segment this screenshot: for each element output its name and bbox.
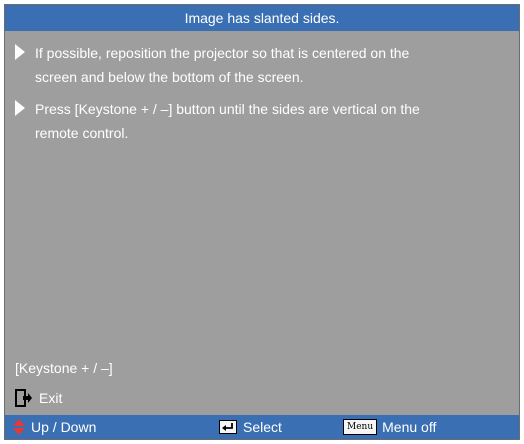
triangle-right-icon — [15, 44, 25, 60]
dialog-title: Image has slanted sides. — [5, 5, 519, 31]
help-item-2-line-2: remote control. — [35, 125, 129, 141]
exit-door-icon — [15, 389, 32, 407]
enter-key-icon — [219, 420, 237, 434]
select-label: Select — [243, 419, 282, 435]
updown-label: Up / Down — [31, 419, 97, 435]
exit-label: Exit — [39, 390, 63, 406]
osd-dialog: Image has slanted sides. If possible, re… — [4, 4, 520, 440]
up-down-arrow-icon — [13, 419, 25, 435]
help-item-1-line-1: If possible, reposition the projector so… — [35, 45, 410, 61]
menuoff-label: Menu off — [382, 419, 437, 435]
help-item-1-line-2: screen and below the bottom of the scree… — [35, 69, 304, 85]
footer-bar: Up / Down Select Menu Menu off — [5, 415, 519, 439]
triangle-right-icon — [15, 100, 25, 116]
select-hint: Select — [219, 415, 282, 439]
keystone-label: [Keystone + / –] — [15, 360, 113, 376]
help-item-1: If possible, reposition the projector so… — [15, 41, 511, 89]
help-item-2: Press [Keystone + / –] button until the … — [15, 97, 511, 145]
help-item-2-line-1: Press [Keystone + / –] button until the … — [35, 101, 420, 117]
updown-hint: Up / Down — [13, 415, 96, 439]
exit-button[interactable]: Exit — [15, 387, 62, 409]
menuoff-hint: Menu Menu off — [343, 415, 436, 439]
menu-key-icon: Menu — [343, 419, 378, 435]
